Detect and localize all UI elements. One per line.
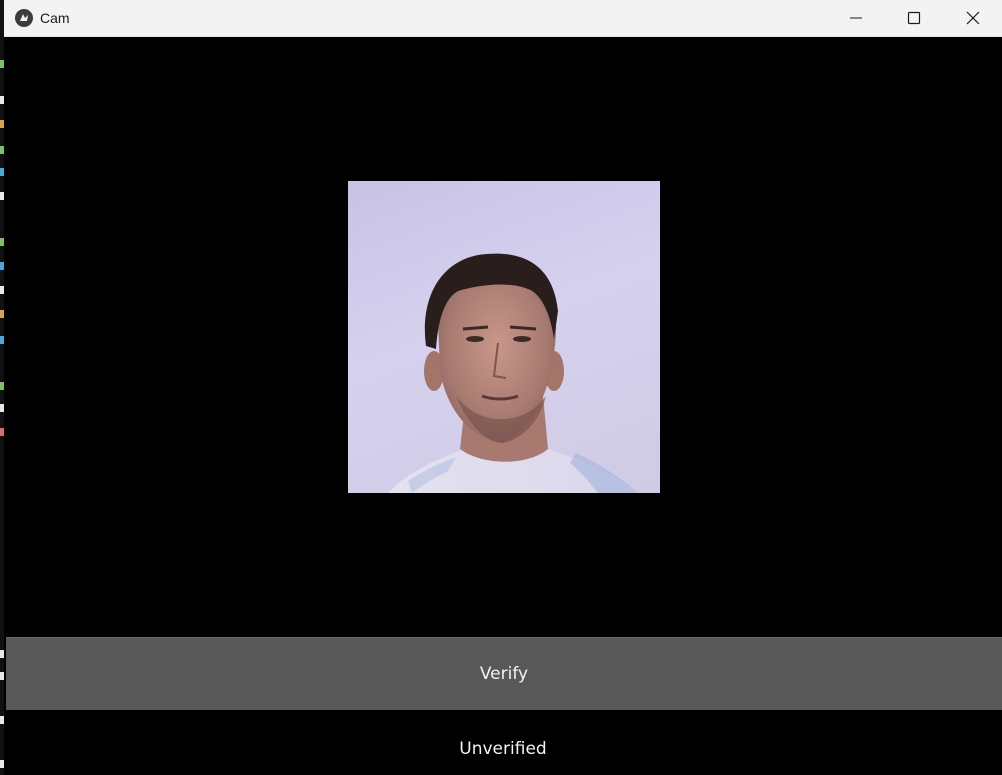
verification-status-label: Unverified (459, 739, 547, 759)
close-icon (966, 11, 980, 25)
verify-button[interactable]: Verify (6, 637, 1002, 710)
minimize-button[interactable] (827, 0, 885, 36)
minimize-icon (850, 17, 862, 19)
close-button[interactable] (944, 0, 1002, 36)
maximize-button[interactable] (885, 0, 943, 36)
kivy-logo-icon (15, 9, 33, 27)
face-photo (388, 253, 638, 493)
window-title: Cam (40, 10, 70, 26)
maximize-icon (907, 11, 921, 25)
webcam-image (348, 181, 660, 493)
title-bar[interactable]: Cam (4, 0, 1002, 37)
app-window: Cam Verify Unverified (4, 0, 1002, 775)
